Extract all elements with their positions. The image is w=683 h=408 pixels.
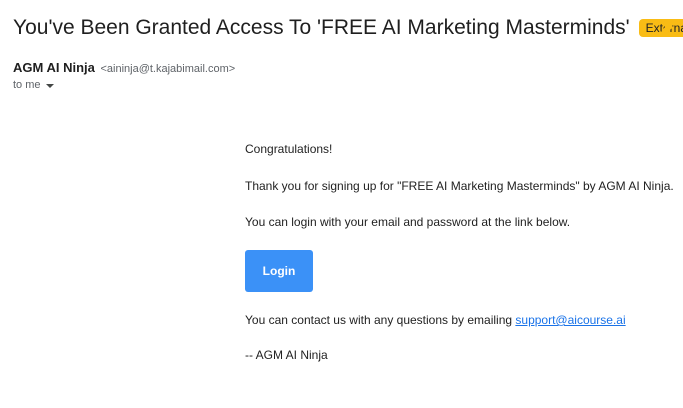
chevron-down-icon[interactable] xyxy=(45,83,54,88)
signature-text: -- AGM AI Ninja xyxy=(245,348,328,362)
sender-email: <aininja@t.kajabimail.com> xyxy=(100,63,236,75)
important-marker-icon[interactable] xyxy=(660,20,674,34)
greeting-text: Congratulations! xyxy=(245,142,333,156)
contact-text: You can contact us with any questions by… xyxy=(245,312,626,328)
contact-prefix: You can contact us with any questions by… xyxy=(245,313,516,327)
login-info-text: You can login with your email and passwo… xyxy=(245,215,571,229)
recipient-details-toggle[interactable]: to me xyxy=(13,79,54,91)
login-button[interactable]: Login xyxy=(245,250,313,292)
sender-row: AGM AI Ninja <aininja@t.kajabimail.com> xyxy=(13,60,235,77)
sender-name[interactable]: AGM AI Ninja xyxy=(13,60,95,75)
thanks-text: Thank you for signing up for "FREE AI Ma… xyxy=(245,179,674,193)
subject-row: You've Been Granted Access To 'FREE AI M… xyxy=(13,14,683,42)
support-email-link[interactable]: support@aicourse.ai xyxy=(515,313,625,327)
email-view: You've Been Granted Access To 'FREE AI M… xyxy=(0,0,683,408)
recipient-label: to me xyxy=(13,79,41,91)
email-subject: You've Been Granted Access To 'FREE AI M… xyxy=(13,16,630,39)
